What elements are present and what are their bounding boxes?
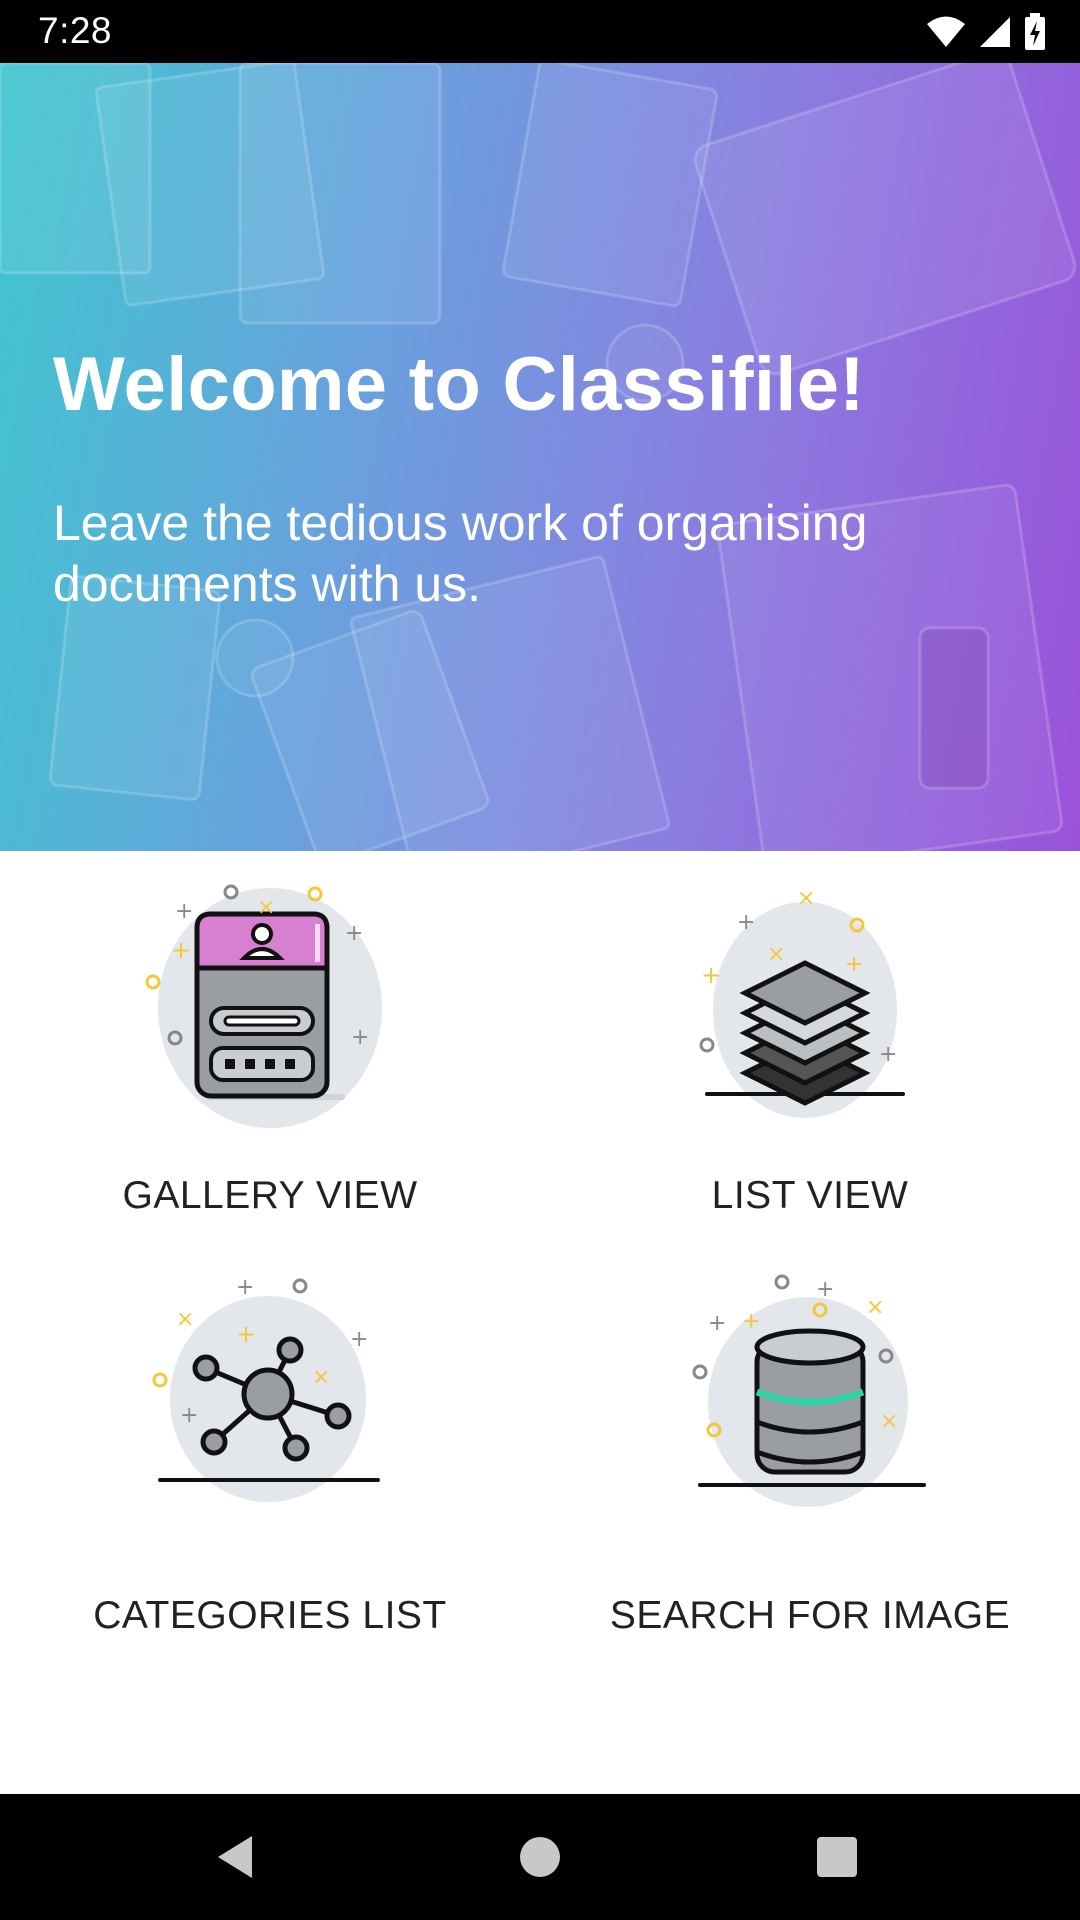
home-icon[interactable] [510, 1832, 570, 1882]
status-bar: 7:28 [0, 0, 1080, 63]
menu-grid: + × + + + GALLERY VIEW × + × + + + LIST … [0, 851, 1080, 1794]
network-nodes-icon: + × + + × + [152, 1275, 380, 1502]
recents-icon[interactable] [808, 1832, 868, 1882]
gallery-view-label: GALLERY VIEW [122, 1174, 418, 1217]
signal-icon [980, 17, 1010, 47]
svg-text:+: + [737, 910, 755, 935]
svg-text:×: × [880, 1409, 898, 1434]
wifi-icon [927, 16, 965, 47]
svg-text:+: + [879, 1042, 897, 1067]
layers-icon: × + × + + + [699, 886, 905, 1118]
categories-list-label: CATEGORIES LIST [93, 1594, 447, 1637]
hero-subtitle: Leave the tedious work of organising doc… [53, 495, 868, 612]
svg-text:+: + [350, 1327, 368, 1352]
svg-text:+: + [816, 1277, 834, 1302]
svg-text:+: + [180, 1403, 198, 1428]
svg-text:+: + [175, 899, 193, 924]
svg-text:+: + [845, 952, 863, 977]
svg-text:×: × [312, 1365, 330, 1390]
svg-text:×: × [767, 942, 785, 967]
search-for-image-button[interactable]: + × + + × SEARCH FOR IMAGE [540, 1272, 1080, 1692]
svg-text:+: + [351, 1025, 369, 1050]
status-time: 7:28 [38, 10, 113, 51]
hero-title: Welcome to Classifile! [53, 342, 865, 427]
back-icon[interactable] [212, 1832, 272, 1882]
hero-banner: Welcome to Classifile! Leave the tedious… [0, 63, 1080, 851]
list-view-button[interactable]: × + × + + + LIST VIEW [540, 851, 1080, 1271]
svg-text:+: + [236, 1320, 256, 1348]
svg-text:+: + [742, 1309, 760, 1334]
svg-text:+: + [171, 936, 191, 964]
svg-text:+: + [236, 1275, 254, 1300]
battery-charging-icon [1025, 13, 1045, 50]
svg-text:+: + [708, 1311, 726, 1336]
gallery-view-button[interactable]: + × + + + GALLERY VIEW [0, 851, 540, 1271]
svg-text:+: + [345, 921, 363, 946]
svg-text:+: + [701, 961, 721, 989]
svg-text:×: × [257, 895, 275, 920]
search-for-image-label: SEARCH FOR IMAGE [609, 1594, 1011, 1637]
desk-background-image [0, 63, 1077, 851]
id-card-icon: + × + + + [145, 884, 382, 1128]
status-icons [926, 12, 1046, 52]
svg-text:×: × [866, 1295, 884, 1320]
system-nav-bar [0, 1794, 1080, 1920]
list-view-label: LIST VIEW [711, 1174, 909, 1217]
svg-text:×: × [176, 1307, 194, 1332]
svg-text:×: × [797, 886, 815, 911]
database-icon: + × + + × [692, 1274, 926, 1507]
categories-list-button[interactable]: + × + + × + CATEGORIES LIST [0, 1272, 540, 1692]
